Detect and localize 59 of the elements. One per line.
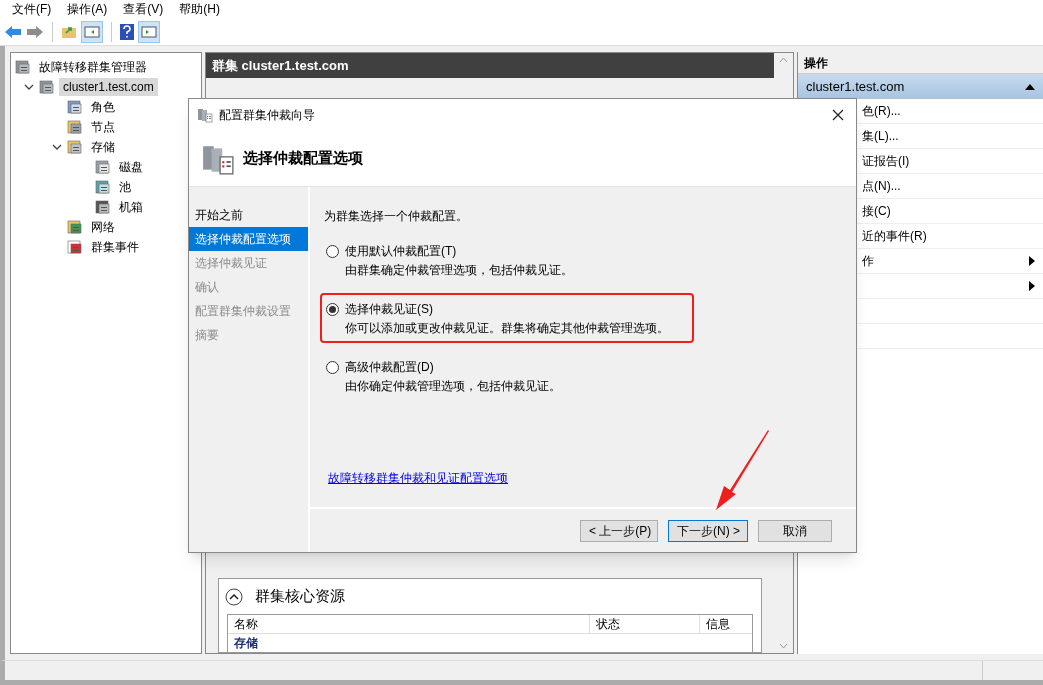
expand-chevron-icon[interactable] bbox=[24, 82, 34, 92]
actions-group-header[interactable]: cluster1.test.com bbox=[798, 74, 1043, 99]
help-link[interactable]: 故障转移群集仲裁和见证配置选项 bbox=[324, 469, 508, 487]
action-item[interactable]: 点(N)... bbox=[862, 177, 901, 195]
actions-title: 操作 bbox=[804, 54, 828, 72]
pane-icon[interactable] bbox=[81, 20, 103, 43]
tree-item[interactable]: 网络 bbox=[87, 218, 119, 236]
radio-button[interactable] bbox=[326, 244, 339, 258]
tree-item[interactable]: 磁盘 bbox=[115, 158, 147, 176]
option-label: 选择仲裁见证(S) bbox=[345, 301, 433, 318]
section-title: 群集核心资源 bbox=[255, 586, 345, 607]
expand-chevron-icon[interactable] bbox=[52, 142, 62, 152]
pane-title: 群集 cluster1.test.com bbox=[212, 56, 349, 75]
collapse-icon[interactable] bbox=[225, 587, 243, 606]
action-item[interactable]: 集(L)... bbox=[862, 127, 899, 145]
wizard-step[interactable]: 选择仲裁配置选项 bbox=[189, 227, 308, 251]
tree-item[interactable]: 机箱 bbox=[115, 198, 147, 216]
menu-item[interactable]: 查看(V) bbox=[115, 0, 172, 18]
tree-item[interactable]: 故障转移群集管理器 bbox=[35, 58, 151, 76]
action-item[interactable]: 接(C) bbox=[862, 202, 891, 220]
dialog-title: 配置群集仲裁向导 bbox=[219, 107, 315, 124]
radio-button[interactable] bbox=[326, 302, 339, 316]
cancel-button[interactable]: 取消 bbox=[758, 519, 832, 542]
menu-item[interactable]: 帮助(H) bbox=[171, 0, 228, 18]
folder-up-icon[interactable] bbox=[61, 24, 77, 39]
option-label: 高级仲裁配置(D) bbox=[345, 359, 434, 376]
tree-item[interactable]: 节点 bbox=[87, 118, 119, 136]
back-arrow-icon[interactable] bbox=[4, 24, 22, 39]
menu-item[interactable]: 文件(F) bbox=[4, 0, 60, 18]
tree-item[interactable]: 存储 bbox=[87, 138, 119, 156]
next-button[interactable]: 下一步(N) > bbox=[668, 519, 748, 542]
option-description: 由群集确定仲裁管理选项，包括仲裁见证。 bbox=[344, 262, 574, 279]
action-item[interactable]: 近的事件(R) bbox=[862, 227, 927, 245]
option-label: 使用默认仲裁配置(T) bbox=[345, 243, 457, 260]
submenu-arrow-icon bbox=[1029, 281, 1035, 291]
table-group-label: 存储 bbox=[233, 635, 259, 652]
option-description: 由你确定仲裁管理选项，包括仲裁见证。 bbox=[344, 378, 562, 395]
tree-item[interactable]: 群集事件 bbox=[87, 238, 143, 256]
column-header[interactable]: 信息 bbox=[700, 615, 752, 633]
prompt-text: 为群集选择一个仲裁配置。 bbox=[324, 208, 469, 225]
forward-arrow-icon[interactable] bbox=[26, 24, 44, 39]
submenu-arrow-icon bbox=[1029, 256, 1035, 266]
menu-item[interactable]: 操作(A) bbox=[59, 0, 116, 18]
option-description: 你可以添加或更改仲裁见证。群集将确定其他仲裁管理选项。 bbox=[344, 320, 670, 337]
help-icon[interactable] bbox=[120, 23, 134, 40]
wizard-step[interactable]: 开始之前 bbox=[189, 203, 308, 227]
wizard-heading: 选择仲裁配置选项 bbox=[243, 148, 363, 169]
column-header[interactable]: 状态 bbox=[590, 615, 700, 633]
tree-item[interactable]: 角色 bbox=[87, 98, 119, 116]
radio-button[interactable] bbox=[326, 360, 339, 374]
action-item[interactable]: 证报告(I) bbox=[862, 152, 910, 170]
action-item[interactable]: 色(R)... bbox=[862, 102, 901, 120]
back-button[interactable]: < 上一步(P) bbox=[580, 519, 658, 542]
action-item[interactable]: 作 bbox=[862, 252, 874, 270]
tree-item[interactable]: cluster1.test.com bbox=[59, 78, 158, 96]
server-icon bbox=[197, 107, 213, 123]
collapse-triangle-icon[interactable] bbox=[1025, 83, 1035, 90]
tree-item[interactable]: 池 bbox=[115, 178, 135, 196]
column-header[interactable]: 名称 bbox=[228, 615, 590, 633]
